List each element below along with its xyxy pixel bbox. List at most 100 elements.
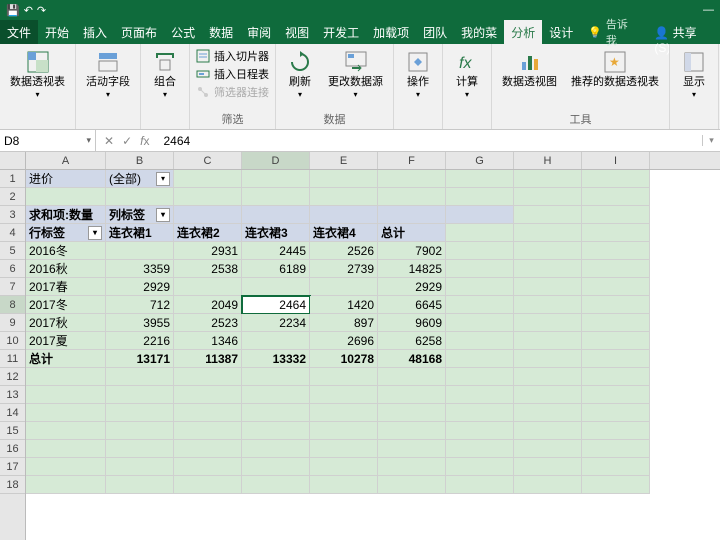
column-header[interactable]: A: [26, 152, 106, 169]
cell[interactable]: 2017冬: [26, 296, 106, 314]
cell[interactable]: [242, 170, 310, 188]
cell[interactable]: [446, 170, 514, 188]
cell[interactable]: [582, 314, 650, 332]
column-header[interactable]: B: [106, 152, 174, 169]
name-box-input[interactable]: [4, 134, 74, 148]
cell[interactable]: [514, 278, 582, 296]
cell[interactable]: [26, 440, 106, 458]
cell[interactable]: [514, 170, 582, 188]
tell-me[interactable]: 💡 告诉我: [580, 20, 646, 44]
cell[interactable]: 2929: [378, 278, 446, 296]
cell[interactable]: [514, 188, 582, 206]
cell[interactable]: [106, 404, 174, 422]
refresh-button[interactable]: 刷新 ▾: [282, 48, 318, 101]
cell[interactable]: [174, 422, 242, 440]
cell[interactable]: 2216: [106, 332, 174, 350]
cell[interactable]: [106, 386, 174, 404]
cell[interactable]: [582, 188, 650, 206]
cell[interactable]: [378, 476, 446, 494]
cell[interactable]: [26, 476, 106, 494]
column-header[interactable]: I: [582, 152, 650, 169]
cell[interactable]: 3955: [106, 314, 174, 332]
cell[interactable]: [378, 368, 446, 386]
cell[interactable]: [446, 404, 514, 422]
cell[interactable]: 13332: [242, 350, 310, 368]
cell[interactable]: [310, 386, 378, 404]
cell[interactable]: [310, 170, 378, 188]
tab-0[interactable]: 开始: [38, 20, 76, 44]
cell[interactable]: 2017夏: [26, 332, 106, 350]
cell[interactable]: 11387: [174, 350, 242, 368]
cell[interactable]: [582, 440, 650, 458]
cell[interactable]: 进价: [26, 170, 106, 188]
cell[interactable]: [446, 458, 514, 476]
tab-12[interactable]: 设计: [542, 20, 580, 44]
filter-dropdown-icon[interactable]: ▾: [156, 172, 170, 186]
cell[interactable]: [582, 170, 650, 188]
tab-5[interactable]: 审阅: [240, 20, 278, 44]
cell[interactable]: 2929: [106, 278, 174, 296]
active-field-button[interactable]: 活动字段 ▾: [82, 48, 134, 101]
cell[interactable]: [378, 206, 446, 224]
cell[interactable]: [514, 350, 582, 368]
cell[interactable]: [106, 368, 174, 386]
cell[interactable]: 2464: [242, 296, 310, 314]
calculations-button[interactable]: fx 计算 ▾: [449, 48, 485, 101]
row-header[interactable]: 10: [0, 332, 25, 350]
cell[interactable]: 897: [310, 314, 378, 332]
cell[interactable]: [446, 224, 514, 242]
cell[interactable]: [106, 476, 174, 494]
cell[interactable]: [174, 188, 242, 206]
cell[interactable]: [582, 350, 650, 368]
row-header[interactable]: 18: [0, 476, 25, 494]
cell[interactable]: [582, 368, 650, 386]
cell[interactable]: [174, 206, 242, 224]
cell[interactable]: [378, 404, 446, 422]
formula-bar-input[interactable]: [163, 134, 696, 148]
cell[interactable]: [582, 278, 650, 296]
cell[interactable]: [582, 458, 650, 476]
cell[interactable]: 10278: [310, 350, 378, 368]
cell[interactable]: [514, 296, 582, 314]
cell[interactable]: [582, 260, 650, 278]
cell[interactable]: [174, 404, 242, 422]
tab-11[interactable]: 分析: [504, 20, 542, 44]
cell[interactable]: [174, 476, 242, 494]
cell[interactable]: [106, 440, 174, 458]
cell[interactable]: [310, 188, 378, 206]
row-header[interactable]: 16: [0, 440, 25, 458]
cell[interactable]: 6645: [378, 296, 446, 314]
tab-10[interactable]: 我的菜: [454, 20, 504, 44]
cell[interactable]: [582, 224, 650, 242]
cell[interactable]: [378, 422, 446, 440]
cell[interactable]: [242, 386, 310, 404]
pivot-chart-button[interactable]: 数据透视图: [498, 48, 561, 90]
row-header[interactable]: 8: [0, 296, 25, 314]
cell[interactable]: [174, 440, 242, 458]
row-header[interactable]: 17: [0, 458, 25, 476]
row-header[interactable]: 7: [0, 278, 25, 296]
cell[interactable]: 2016冬: [26, 242, 106, 260]
cell[interactable]: [242, 476, 310, 494]
row-header[interactable]: 1: [0, 170, 25, 188]
row-header[interactable]: 13: [0, 386, 25, 404]
column-header[interactable]: H: [514, 152, 582, 169]
cell[interactable]: [514, 314, 582, 332]
cell[interactable]: [446, 422, 514, 440]
cell[interactable]: [446, 296, 514, 314]
column-header[interactable]: C: [174, 152, 242, 169]
cell[interactable]: [514, 260, 582, 278]
cell[interactable]: [514, 224, 582, 242]
cell[interactable]: 2523: [174, 314, 242, 332]
cell[interactable]: [378, 458, 446, 476]
column-header[interactable]: G: [446, 152, 514, 169]
cell[interactable]: 13171: [106, 350, 174, 368]
cell[interactable]: 行标签▾: [26, 224, 106, 242]
cell[interactable]: [174, 386, 242, 404]
cell[interactable]: 1420: [310, 296, 378, 314]
cell[interactable]: [582, 422, 650, 440]
cell[interactable]: [446, 476, 514, 494]
cell[interactable]: [242, 206, 310, 224]
cell[interactable]: [582, 476, 650, 494]
cell[interactable]: [174, 170, 242, 188]
